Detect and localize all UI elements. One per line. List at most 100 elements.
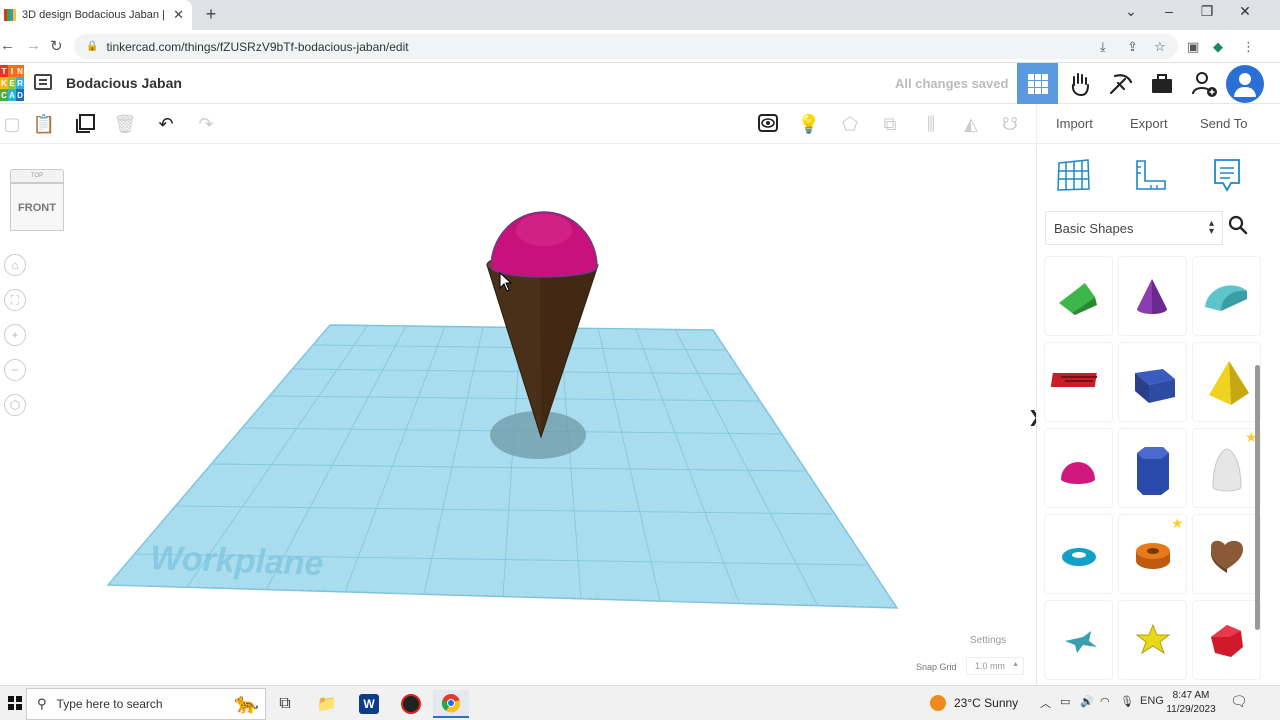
view-cube[interactable]: TOP FRONT <box>10 169 64 233</box>
shape-cone[interactable] <box>1119 257 1186 335</box>
maximize-icon[interactable]: ❐ <box>1192 3 1222 20</box>
task-view-icon[interactable]: ⧉ <box>267 690 303 718</box>
share-icon[interactable]: ⇪ <box>1127 39 1138 55</box>
duplicate-icon[interactable] <box>73 112 97 136</box>
shape-text[interactable] <box>1045 343 1112 421</box>
taskbar-clock[interactable]: 8:47 AM 11/29/2023 <box>1166 689 1216 717</box>
lock-icon: 🔒 <box>86 41 99 52</box>
back-icon[interactable]: ← <box>0 37 15 54</box>
user-avatar[interactable] <box>1226 65 1264 103</box>
new-shape-icon[interactable]: ▢ <box>0 112 24 136</box>
shape-roof[interactable] <box>1045 257 1112 335</box>
battery-icon[interactable]: ▭ <box>1060 695 1070 708</box>
fit-view-icon[interactable]: ⛶ <box>4 289 26 311</box>
microphone-icon[interactable]: 🎙 <box>1120 695 1134 708</box>
shape-paraboloid[interactable]: ★ <box>1193 429 1260 507</box>
extension-icon[interactable]: ◆ <box>1213 39 1223 55</box>
close-window-icon[interactable]: ✕ <box>1230 3 1260 20</box>
shape-half-cylinder[interactable] <box>1193 257 1260 335</box>
close-tab-icon[interactable]: ✕ <box>173 7 184 23</box>
torus-icon <box>1062 548 1096 566</box>
notes-lightbulb-icon[interactable]: 💡 <box>797 112 821 136</box>
solid-hole-icon[interactable]: ⬠ <box>838 112 862 136</box>
show-all-icon[interactable] <box>756 112 780 136</box>
group-icon[interactable]: ⧉ <box>878 112 902 136</box>
shape-tube[interactable]: ★ <box>1119 515 1186 593</box>
forward-icon[interactable]: → <box>26 37 41 54</box>
add-user-button[interactable] <box>1183 63 1224 104</box>
shape-heart[interactable] <box>1193 515 1260 593</box>
panel-scrollbar[interactable] <box>1255 365 1260 630</box>
perspective-icon[interactable]: ⬡ <box>4 394 26 416</box>
scene-3d[interactable]: Workplane <box>0 145 1035 685</box>
design-list-icon[interactable] <box>34 74 52 90</box>
export-button[interactable]: Export <box>1130 116 1168 131</box>
shape-box[interactable] <box>1119 343 1186 421</box>
windows-start-icon[interactable] <box>8 696 22 713</box>
url-text: tinkercad.com/things/fZUSRzV9bTf-bodacio… <box>106 39 409 54</box>
address-bar: ← → ↻ 🔒 tinkercad.com/things/fZUSRzV9bTf… <box>0 30 1280 63</box>
send-to-button[interactable]: Send To <box>1200 116 1247 131</box>
volume-icon[interactable]: 🔊 <box>1080 695 1094 708</box>
chrome-icon[interactable] <box>433 690 469 718</box>
settings-link[interactable]: Settings <box>970 635 1006 646</box>
shape-torus[interactable] <box>1045 515 1112 593</box>
url-field[interactable]: 🔒 tinkercad.com/things/fZUSRzV9bTf-bodac… <box>74 34 1178 59</box>
shape-half-sphere[interactable] <box>1045 429 1112 507</box>
browser-menu-icon[interactable]: ⋮ <box>1242 39 1255 55</box>
projects-briefcase-button[interactable] <box>1141 63 1182 104</box>
bookmark-star-icon[interactable]: ☆ <box>1154 39 1166 55</box>
shape-pyramid[interactable] <box>1193 343 1260 421</box>
mirror-icon[interactable]: ◭ <box>959 112 983 136</box>
featured-star-icon: ★ <box>1171 515 1184 531</box>
3d-view-grid-button[interactable] <box>1017 63 1058 104</box>
zoom-in-icon[interactable]: + <box>4 324 26 346</box>
browser-tab[interactable]: 3D design Bodacious Jaban | Tir ✕ <box>0 0 192 30</box>
delete-icon[interactable]: 🗑 <box>113 112 137 136</box>
view-cube-top[interactable]: TOP <box>10 169 64 183</box>
wifi-icon[interactable]: ◠ <box>1100 695 1110 708</box>
workplane-tool-icon[interactable] <box>1056 157 1092 193</box>
app-w-icon[interactable]: W <box>351 690 387 718</box>
reload-icon[interactable]: ↻ <box>50 37 63 55</box>
search-icon[interactable] <box>1228 215 1248 241</box>
notifications-icon[interactable]: 🗨 <box>1230 693 1248 710</box>
notes-icon[interactable] <box>1209 157 1245 193</box>
tinkercad-logo[interactable]: T I N K E R C A D <box>0 65 24 103</box>
zoom-out-icon[interactable]: − <box>4 359 26 381</box>
logo-letter: T <box>0 65 8 77</box>
install-icon[interactable]: ⤓ <box>1100 39 1106 55</box>
cruise-icon[interactable]: ☋ <box>998 112 1022 136</box>
blocks-button[interactable] <box>1059 63 1100 104</box>
minimize-icon[interactable]: – <box>1154 3 1184 19</box>
shape-polygon[interactable] <box>1119 429 1186 507</box>
import-button[interactable]: Import <box>1056 116 1093 131</box>
shape-star[interactable] <box>1045 601 1112 679</box>
pickaxe-icon <box>1109 73 1132 94</box>
bricks-pickaxe-button[interactable] <box>1100 63 1141 104</box>
shape-grid: ★ ★ <box>1045 257 1267 685</box>
shape-icosahedron[interactable] <box>1193 601 1260 679</box>
language-indicator[interactable]: ENG <box>1140 695 1164 707</box>
view-cube-front[interactable]: FRONT <box>10 183 64 231</box>
side-panel-icon[interactable]: ▣ <box>1187 39 1199 55</box>
align-icon[interactable]: ⫼ <box>919 112 943 136</box>
taskbar-search-input[interactable]: ⚲ Type here to search 🐆 <box>26 688 266 720</box>
snap-grid-select[interactable]: 1.0 mm ▲ <box>966 657 1024 675</box>
tray-chevron-up-icon[interactable]: ︿ <box>1040 695 1051 711</box>
shape-star-round[interactable] <box>1119 601 1186 679</box>
undo-icon[interactable]: ↶ <box>154 112 178 136</box>
paste-icon[interactable]: 📋 <box>32 112 56 136</box>
shape-category-select[interactable]: Basic Shapes ▴ ▾ <box>1045 211 1223 245</box>
weather-widget[interactable]: 23°C Sunny <box>930 695 1018 711</box>
workspace-canvas[interactable]: Workplane TOP FRONT ⌂ ⛶ + − ⬡ ❯ Settings… <box>0 145 1041 685</box>
shapes-panel: Basic Shapes ▴ ▾ ★ ★ <box>1036 145 1280 685</box>
file-explorer-icon[interactable]: 📁 <box>309 690 345 718</box>
redo-icon[interactable]: ↷ <box>194 112 218 136</box>
tab-search-icon[interactable]: ⌄ <box>1116 3 1146 20</box>
ruler-icon[interactable] <box>1133 157 1169 193</box>
design-name[interactable]: Bodacious Jaban <box>66 75 182 91</box>
new-tab-icon[interactable]: + <box>202 4 220 24</box>
home-view-icon[interactable]: ⌂ <box>4 254 26 276</box>
obs-studio-icon[interactable] <box>393 690 429 718</box>
